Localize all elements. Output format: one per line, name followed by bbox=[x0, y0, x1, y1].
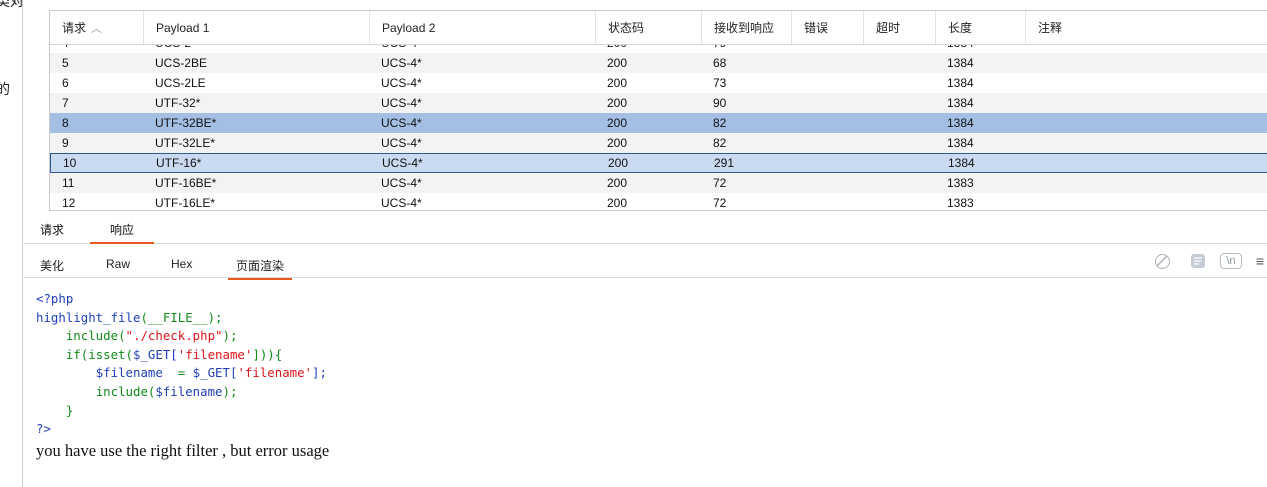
table-cell: 200 bbox=[607, 136, 628, 150]
col-status[interactable]: 状态码 bbox=[595, 11, 701, 45]
response-output-text: you have use the right filter , but erro… bbox=[36, 441, 330, 460]
clipped-text: 类对 bbox=[0, 0, 23, 9]
table-row[interactable]: 8 UTF-32BE* UCS-4* 200 82 1384 bbox=[50, 113, 1267, 133]
table-cell: 1384 bbox=[947, 76, 974, 90]
view-toolbar: \n ≡ bbox=[1147, 252, 1267, 272]
table-cell: 1383 bbox=[947, 176, 974, 190]
table-row[interactable]: 10 UTF-16* UCS-4* 200 291 1384 bbox=[50, 153, 1267, 173]
table-row[interactable]: 7 UTF-32* UCS-4* 200 90 1384 bbox=[50, 93, 1267, 113]
table-cell: 10 bbox=[63, 156, 77, 170]
table-cell: 72 bbox=[713, 176, 727, 190]
table-row[interactable]: 5 UCS-2BE UCS-4* 200 68 1384 bbox=[50, 53, 1267, 73]
php-source: <?php highlight_file(__FILE__); include(… bbox=[36, 291, 327, 437]
code-line-1: <?php bbox=[36, 291, 74, 306]
table-cell: 200 bbox=[608, 156, 629, 170]
rendered-page: <?php highlight_file(__FILE__); include(… bbox=[24, 280, 1267, 487]
code-fn: highlight_file bbox=[36, 309, 141, 325]
table-cell: UTF-32BE* bbox=[155, 116, 217, 130]
table-cell: 200 bbox=[607, 45, 627, 53]
table-row[interactable]: 9 UTF-32LE* UCS-4* 200 82 1384 bbox=[50, 133, 1267, 153]
response-view-tabs: 美化 Raw Hex 页面渲染 bbox=[24, 250, 1267, 280]
table-header: 请求 ︿ Payload 1 Payload 2 状态码 接收到响应 错误 超时 … bbox=[50, 11, 1267, 45]
table-cell: UTF-32* bbox=[155, 96, 201, 110]
table-cell: UCS-4* bbox=[381, 96, 422, 110]
table-cell: 200 bbox=[607, 56, 628, 70]
table-row[interactable]: 6 UCS-2LE UCS-4* 200 73 1384 bbox=[50, 73, 1267, 93]
table-row[interactable]: 11 UTF-16BE* UCS-4* 200 72 1383 bbox=[50, 173, 1267, 193]
table-cell: UCS-2 bbox=[155, 45, 191, 53]
table-cell: 4 bbox=[62, 45, 69, 53]
table-cell: 1384 bbox=[947, 116, 974, 130]
table-cell: 12 bbox=[62, 196, 76, 210]
table-cell: UTF-16BE* bbox=[155, 176, 217, 190]
col-payload2[interactable]: Payload 2 bbox=[369, 11, 595, 45]
table-cell: 1384 bbox=[947, 45, 974, 53]
tab-render[interactable]: 页面渲染 bbox=[228, 257, 293, 280]
col-length[interactable]: 长度 bbox=[935, 11, 1025, 45]
table-cell: UCS-2LE bbox=[155, 76, 206, 90]
message-tabs: 请求 响应 bbox=[24, 216, 1267, 244]
table-cell: 291 bbox=[714, 156, 735, 170]
table-cell: 11 bbox=[62, 176, 75, 190]
table-cell: UCS-4* bbox=[381, 56, 422, 70]
tab-response[interactable]: 响应 bbox=[90, 221, 155, 244]
table-cell: 1383 bbox=[947, 196, 974, 210]
clipped-text: 的 bbox=[0, 79, 10, 99]
table-cell: UCS-4* bbox=[381, 76, 422, 90]
left-panel-edge: 类对 的 bbox=[0, 0, 23, 487]
sort-asc-icon: ︿ bbox=[91, 23, 103, 35]
col-comment[interactable]: 注释 bbox=[1025, 11, 1267, 45]
table-cell: 5 bbox=[62, 56, 69, 70]
tab-pretty[interactable]: 美化 bbox=[40, 257, 64, 278]
table-cell: 6 bbox=[62, 76, 69, 90]
table-cell: 82 bbox=[713, 136, 727, 150]
table-cell: UCS-4* bbox=[381, 45, 422, 53]
table-cell: UTF-32LE* bbox=[155, 136, 216, 150]
col-payload1[interactable]: Payload 1 bbox=[143, 11, 369, 45]
tab-hex[interactable]: Hex bbox=[171, 257, 192, 275]
table-cell: 72 bbox=[713, 196, 727, 210]
col-request[interactable]: 请求 ︿ bbox=[50, 11, 143, 45]
table-cell: 9 bbox=[62, 136, 69, 150]
table-cell: 90 bbox=[713, 96, 727, 110]
table-cell: 200 bbox=[607, 176, 628, 190]
table-cell: UCS-2BE bbox=[155, 56, 208, 70]
table-cell: 1384 bbox=[947, 136, 974, 150]
table-cell: 1384 bbox=[947, 56, 974, 70]
table-row-partial[interactable]: 4 UCS-2 UCS-4* 200 79 1384 bbox=[50, 45, 1267, 53]
col-timeout[interactable]: 超时 bbox=[863, 11, 935, 45]
tab-raw[interactable]: Raw bbox=[106, 257, 130, 275]
table-cell: 8 bbox=[62, 116, 69, 130]
table-cell: 1384 bbox=[947, 96, 974, 110]
table-cell: 79 bbox=[713, 45, 726, 53]
table-cell: UTF-16LE* bbox=[155, 196, 216, 210]
table-cell: 68 bbox=[713, 56, 727, 70]
results-table[interactable]: 请求 ︿ Payload 1 Payload 2 状态码 接收到响应 错误 超时 … bbox=[49, 10, 1267, 211]
menu-icon[interactable]: ≡ bbox=[1251, 252, 1267, 270]
table-cell: UCS-4* bbox=[381, 176, 422, 190]
col-received[interactable]: 接收到响应 bbox=[701, 11, 791, 45]
table-cell: 7 bbox=[62, 96, 69, 110]
table-cell: UTF-16* bbox=[156, 156, 202, 170]
eye-off-icon[interactable] bbox=[1155, 254, 1170, 269]
table-cell: 82 bbox=[713, 116, 727, 130]
table-cell: 200 bbox=[607, 116, 628, 130]
table-cell: UCS-4* bbox=[381, 136, 422, 150]
newline-icon[interactable]: \n bbox=[1220, 253, 1242, 269]
table-cell: UCS-4* bbox=[381, 196, 422, 210]
table-cell: UCS-4* bbox=[382, 156, 423, 170]
tab-request[interactable]: 请求 bbox=[40, 221, 64, 242]
table-cell: 73 bbox=[713, 76, 727, 90]
table-cell: UCS-4* bbox=[381, 116, 422, 130]
table-cell: 200 bbox=[607, 96, 628, 110]
wrap-icon[interactable] bbox=[1189, 252, 1207, 270]
table-cell: 1384 bbox=[948, 156, 975, 170]
col-error[interactable]: 错误 bbox=[791, 11, 863, 45]
table-row[interactable]: 12 UTF-16LE* UCS-4* 200 72 1383 bbox=[50, 193, 1267, 210]
table-cell: 200 bbox=[607, 196, 628, 210]
intruder-results-window: 请求 ︿ Payload 1 Payload 2 状态码 接收到响应 错误 超时 … bbox=[24, 0, 1267, 487]
table-cell: 200 bbox=[607, 76, 628, 90]
